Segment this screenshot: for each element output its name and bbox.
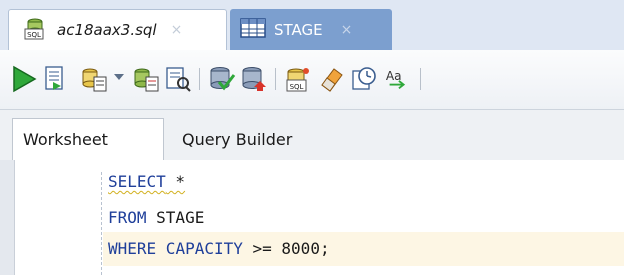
sql-tuning-button[interactable]	[164, 64, 192, 94]
tab-worksheet[interactable]: Worksheet	[12, 118, 164, 160]
tab-sql-file[interactable]: SQL ac18aax3.sql ×	[8, 9, 227, 50]
toolbar-separator	[199, 68, 200, 90]
explain-plan-button[interactable]	[132, 64, 160, 94]
sql-keyword: WHERE	[108, 239, 157, 258]
toolbar-separator	[420, 68, 421, 90]
clear-button[interactable]	[318, 64, 346, 94]
sql-editor[interactable]: SELECT * FROM STAGE WHERE CAPACITY >= 80…	[0, 160, 624, 275]
sql-file-icon: SQL	[23, 15, 49, 45]
sql-text: *	[165, 172, 186, 191]
explain-plan-icon	[134, 68, 159, 92]
chevron-down-icon[interactable]	[114, 74, 124, 80]
format-case-icon: Aa	[386, 69, 406, 90]
tab-query-builder[interactable]: Query Builder	[182, 118, 342, 160]
run-statement-button[interactable]	[10, 64, 38, 94]
sql-number: 8000	[271, 239, 320, 258]
tab-stage-label: STAGE	[274, 20, 323, 39]
unshared-sql-icon: SQL	[286, 68, 309, 92]
worksheet-subtabs: Worksheet Query Builder	[0, 110, 624, 161]
sql-keyword: SELECT	[108, 172, 166, 191]
sql-column: CAPACITY	[156, 239, 243, 258]
code-line[interactable]: FROM STAGE	[108, 204, 204, 232]
run-icon	[13, 65, 37, 93]
eraser-icon	[321, 68, 343, 92]
script-icon	[45, 66, 63, 90]
toolbar-separator	[275, 68, 276, 90]
run-script-button[interactable]	[40, 64, 68, 94]
format-button[interactable]: Aa	[384, 64, 412, 94]
tab-stage-table[interactable]: STAGE ×	[230, 9, 392, 50]
editor-tab-bar: SQL ac18aax3.sql × STAGE ×	[0, 0, 624, 50]
autotrace-button[interactable]	[80, 64, 108, 94]
rollback-icon	[242, 67, 266, 91]
close-icon[interactable]: ×	[341, 22, 353, 38]
sql-keyword: FROM	[108, 208, 147, 227]
table-grid-icon	[240, 17, 266, 43]
svg-text:SQL: SQL	[27, 31, 41, 39]
code-line[interactable]: SELECT *	[108, 168, 185, 196]
close-icon[interactable]: ×	[171, 22, 183, 38]
editor-gutter-line	[101, 172, 102, 275]
tuning-icon	[166, 67, 191, 92]
sql-terminator: ;	[319, 239, 330, 258]
autotrace-icon	[82, 68, 107, 92]
code-line[interactable]: WHERE CAPACITY >= 8000;	[108, 235, 330, 263]
history-button[interactable]	[350, 64, 378, 94]
editor-left-strip	[0, 160, 15, 275]
svg-text:SQL: SQL	[290, 83, 304, 91]
sql-identifier: STAGE	[146, 208, 205, 227]
sql-operator: >=	[242, 239, 272, 258]
commit-button[interactable]	[208, 64, 236, 94]
commit-icon	[210, 67, 236, 91]
tab-sql-file-label: ac18aax3.sql	[57, 21, 157, 39]
rollback-button[interactable]	[240, 64, 268, 94]
worksheet-toolbar: SQL Aa	[0, 50, 624, 110]
history-icon	[352, 67, 376, 90]
unshared-sql-button[interactable]: SQL	[284, 64, 312, 94]
